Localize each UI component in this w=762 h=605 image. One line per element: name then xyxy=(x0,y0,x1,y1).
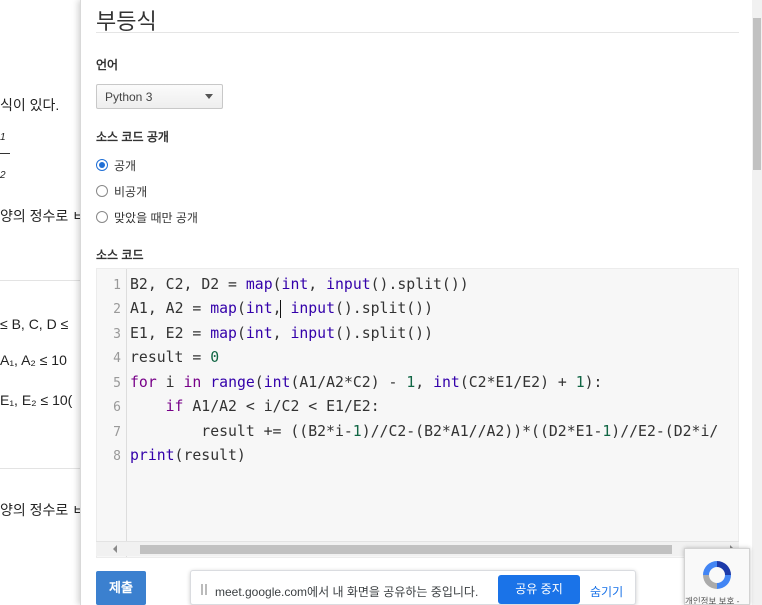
bg-divider xyxy=(0,280,80,281)
radio-public-label: 공개 xyxy=(114,158,137,173)
line-number: 3 xyxy=(113,327,121,342)
language-select[interactable]: Python 3 xyxy=(96,84,223,109)
bg-text-fragment: E₁, E₂ ≤ 10( xyxy=(0,392,73,408)
page-vertical-scrollbar[interactable] xyxy=(752,0,762,605)
code-line: if A1/A2 < i/C2 < E1/E2: xyxy=(165,398,380,415)
line-number: 6 xyxy=(113,400,121,415)
code-line: for i in range(int(A1/A2*C2) - 1, int(C2… xyxy=(130,374,603,391)
line-number: 2 xyxy=(113,302,121,317)
bg-text-fragment: A₁, A₂ ≤ 10 xyxy=(0,352,67,368)
code-text-area[interactable]: B2, C2, D2 = map(int, input().split()) A… xyxy=(128,269,738,557)
submit-modal: 부등식 언어 Python 3 소스 코드 공개 공개 비공개 맞았을 때만 공… xyxy=(80,0,752,605)
language-selected-value: Python 3 xyxy=(105,90,153,104)
radio-public-if-correct[interactable]: 맞았을 때만 공개 xyxy=(96,209,198,225)
scroll-left-icon[interactable] xyxy=(113,545,117,553)
recaptcha-logo-icon xyxy=(703,561,731,589)
radio-private[interactable]: 비공개 xyxy=(96,183,147,199)
code-line: B2, C2, D2 = map(int, input().split()) xyxy=(130,276,469,293)
scrollbar-thumb[interactable] xyxy=(753,18,761,170)
line-number: 5 xyxy=(113,376,121,391)
scrollbar-thumb[interactable] xyxy=(140,545,672,554)
bg-fraction-top: 1 xyxy=(0,132,6,143)
bg-text-fragment: 양의 정수로 ㅂ xyxy=(0,208,80,224)
radio-public[interactable]: 공개 xyxy=(96,157,136,173)
submit-button[interactable]: 제출 xyxy=(96,571,146,605)
visibility-label: 소스 코드 공개 xyxy=(96,130,169,144)
radio-button-icon[interactable] xyxy=(96,159,108,171)
stop-sharing-button[interactable]: 공유 중지 xyxy=(498,575,580,604)
radio-private-label: 비공개 xyxy=(114,184,148,199)
code-line: E1, E2 = map(int, input().split()) xyxy=(130,325,433,342)
line-number: 8 xyxy=(113,449,121,464)
line-number: 4 xyxy=(113,351,121,366)
hide-button[interactable]: 숨기기 xyxy=(590,583,623,600)
screen-share-bar: meet.google.com에서 내 화면을 공유하는 중입니다. 공유 중지… xyxy=(190,570,636,605)
bg-text-fragment: 식이 있다. xyxy=(0,97,60,113)
radio-public-if-correct-label: 맞았을 때만 공개 xyxy=(114,210,198,225)
radio-button-icon[interactable] xyxy=(96,185,108,197)
line-number: 1 xyxy=(113,278,121,293)
line-number: 7 xyxy=(113,425,121,440)
code-editor[interactable]: 1 2 3 4 5 6 7 8 B2, C2, D2 = map(int, in… xyxy=(96,268,739,558)
line-number-gutter: 1 2 3 4 5 6 7 8 xyxy=(97,269,127,557)
recaptcha-badge[interactable]: 개인정보 보호 - xyxy=(684,548,750,605)
title-divider xyxy=(96,32,739,33)
bg-text-fragment: 양의 정수로 ㅂ xyxy=(0,502,80,518)
source-code-label: 소스 코드 xyxy=(96,248,144,262)
horizontal-scrollbar[interactable] xyxy=(96,541,739,556)
bg-fraction-bottom: 2 xyxy=(0,170,6,181)
code-line: result += ((B2*i-1)//C2-(B2*A1//A2))*((D… xyxy=(201,423,719,440)
recaptcha-privacy-link[interactable]: 개인정보 보호 - xyxy=(685,595,739,604)
share-message: meet.google.com에서 내 화면을 공유하는 중입니다. xyxy=(215,585,479,599)
bg-divider xyxy=(0,468,80,469)
caret-down-icon xyxy=(205,94,213,99)
text-cursor xyxy=(280,300,281,318)
code-line: A1, A2 = map(int, input().split()) xyxy=(130,300,433,317)
code-line: print(result) xyxy=(130,447,246,464)
drag-handle-icon[interactable] xyxy=(201,584,207,595)
language-label: 언어 xyxy=(96,58,119,72)
bg-text-fragment: ≤ B, C, D ≤ xyxy=(0,316,69,332)
code-line: result = 0 xyxy=(130,349,220,366)
background-problem-page: 식이 있다. 1 2 양의 정수로 ㅂ ≤ B, C, D ≤ A₁, A₂ ≤… xyxy=(0,0,80,605)
bg-fraction-bar xyxy=(0,153,10,154)
radio-button-icon[interactable] xyxy=(96,211,108,223)
